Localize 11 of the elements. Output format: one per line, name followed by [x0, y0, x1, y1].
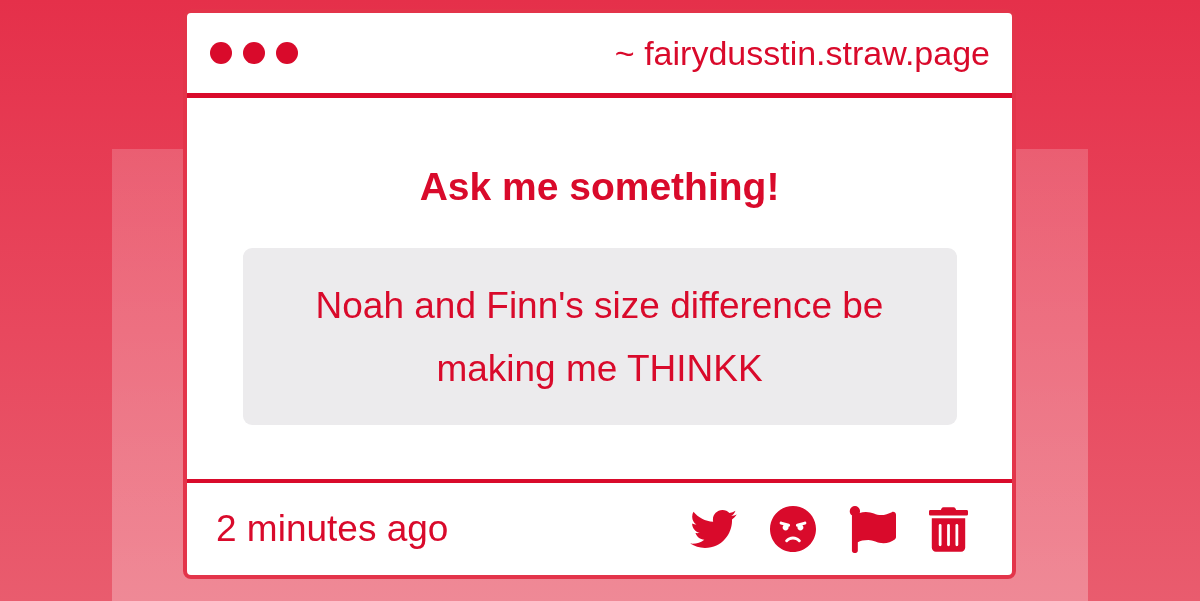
angry-face-icon[interactable]: [770, 506, 816, 552]
trash-icon[interactable]: [929, 506, 968, 552]
window-dot-icon: [276, 42, 298, 64]
url-text: ~ fairydusstin.straw.page: [614, 33, 990, 73]
flag-icon[interactable]: [849, 505, 896, 553]
question-text: Noah and Finn's size difference be making me THINKK: [314, 283, 885, 391]
window-dot-icon: [210, 42, 232, 64]
timestamp-text: 2 minutes ago: [216, 508, 449, 550]
bird-icon[interactable]: [690, 510, 737, 548]
prompt-title: Ask me something!: [419, 164, 780, 210]
window-dot-icon: [243, 42, 265, 64]
